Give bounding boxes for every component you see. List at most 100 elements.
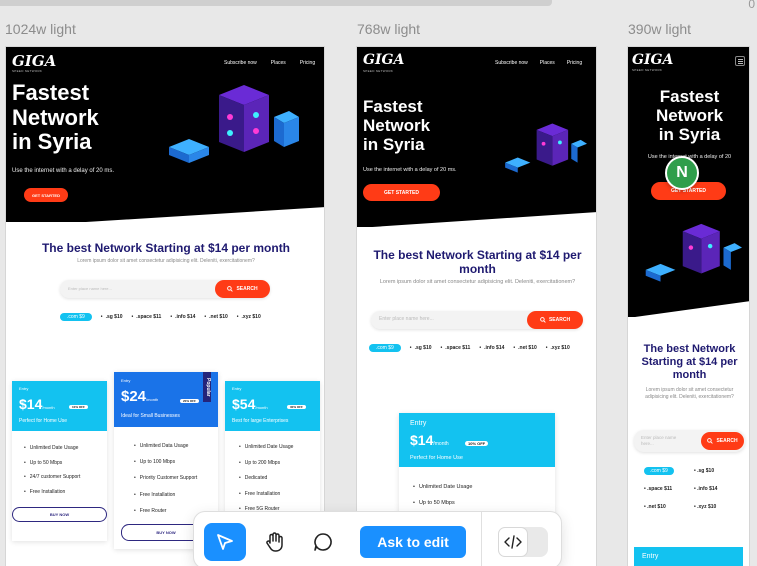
search-bar: Enter place name here... SEARCH [60, 280, 270, 298]
hero-title-line: Network [12, 104, 99, 130]
nav-pricing[interactable]: Pricing [567, 60, 582, 66]
plan-label: Entry [232, 386, 242, 391]
section-title: The best Network Starting at $14 per mon… [641, 343, 738, 382]
nav-places[interactable]: Places [271, 60, 286, 66]
plan-subtitle: Best for large Enterprises [232, 418, 289, 424]
plan-card-header: Entry $14/month 10% OFF Perfect for Home… [399, 413, 555, 467]
search-button-label: SEARCH [236, 286, 258, 292]
plan-label: Entry [410, 420, 427, 427]
isometric-network-illustration [169, 85, 299, 163]
domain-item[interactable]: .info $14 [479, 345, 504, 351]
hero: GIGA SPEED NETWORK Subscribe now Places … [357, 47, 596, 228]
discount-badge: 10% OFF [69, 405, 88, 409]
buy-now-button[interactable]: BUY NOW [12, 507, 107, 522]
hero-diagonal [628, 301, 749, 318]
frame-label-tablet[interactable]: 768w light [357, 21, 420, 37]
hero: GIGA SPEED NETWORK Subscribe now Places … [6, 47, 324, 227]
domain-item[interactable]: .xyz $10 [546, 345, 570, 351]
plan-feature: Up to 50 Mbps [24, 456, 80, 471]
plan-feature: Unlimited Date Usage [413, 479, 473, 495]
hero-title-line: in Syria [658, 125, 721, 145]
isometric-network-illustration [645, 223, 742, 282]
search-button[interactable]: SEARCH [215, 280, 270, 298]
logo[interactable]: GIGA [12, 52, 56, 70]
ask-to-edit-button[interactable]: Ask to edit [360, 526, 466, 558]
plan-feature: Free Installation [239, 487, 293, 503]
domain-item-label: .sg $10 [697, 468, 715, 474]
plan-period: /month [433, 441, 449, 447]
domain-item[interactable]: .com $9 [644, 467, 694, 475]
search-icon [227, 286, 234, 292]
desktop-frame[interactable]: GIGA SPEED NETWORK Subscribe now Places … [5, 46, 325, 566]
plan-price-value: $14 [410, 432, 434, 448]
plan-subtitle: Ideal for Small Businesses [121, 413, 180, 419]
domain-item[interactable]: • .info $14 [694, 486, 744, 492]
plan-features: Unlimited Date Usage Up to 50 Mbps [413, 479, 473, 511]
domain-item[interactable]: .net $10 [204, 314, 228, 320]
collaborator-avatar[interactable]: N [665, 156, 699, 190]
logo[interactable]: GIGA [632, 52, 673, 68]
hero-title: Fastest Network in Syria [12, 80, 99, 155]
domain-item[interactable]: • .sg $10 [694, 468, 744, 474]
search-button[interactable]: SEARCH [527, 311, 583, 329]
popular-ribbon: Popular [203, 372, 211, 402]
mobile-frame[interactable]: GIGA SPEED NETWORK Fastest Network in Sy… [627, 46, 750, 566]
domain-item-label: .com $9 [644, 467, 674, 475]
pointer-icon [217, 534, 233, 550]
search-bar: Enter place name here... SEARCH [371, 311, 583, 329]
logo[interactable]: GIGA [363, 52, 404, 68]
select-tool-button[interactable] [204, 523, 246, 561]
section-title: The best Network Starting at $14 per mon… [41, 241, 291, 255]
plan-feature: Free Installation [24, 485, 80, 500]
nav-pricing[interactable]: Pricing [300, 60, 315, 66]
search-input[interactable]: Enter place name here... [641, 435, 681, 448]
domain-item[interactable]: .com $9 [60, 313, 92, 321]
plan-price: $14/month [410, 432, 449, 448]
hero-title-line: in Syria [12, 129, 92, 155]
search-input[interactable]: Enter place name here... [379, 316, 434, 322]
plan-feature: Up to 100 Mbps [134, 454, 197, 470]
domain-item[interactable]: • .xyz $10 [694, 504, 744, 510]
search-button[interactable]: SEARCH [701, 432, 744, 450]
domain-item[interactable]: .xyz $10 [237, 314, 261, 320]
domain-item[interactable]: • .space $11 [644, 486, 694, 492]
comment-tool-button[interactable] [304, 523, 342, 561]
domain-item[interactable]: .sg $10 [101, 314, 123, 320]
get-started-button[interactable]: GET STARTED [363, 184, 440, 201]
hero-title-line: Fastest [363, 97, 423, 116]
domain-item[interactable]: .space $11 [132, 314, 161, 320]
nav: Subscribe now Places Pricing [495, 60, 582, 66]
plan-card-header: Entry $54/month 30% OFF Best for large E… [225, 381, 320, 431]
tablet-frame[interactable]: GIGA SPEED NETWORK Subscribe now Places … [356, 46, 597, 566]
domain-item[interactable]: .info $14 [170, 314, 195, 320]
domain-item[interactable]: .com $9 [369, 344, 401, 352]
plan-price: $24/month [121, 388, 158, 405]
nav-places[interactable]: Places [540, 60, 555, 66]
toolbar-divider [481, 512, 482, 566]
plan-feature: Unlimited Data Usage [134, 438, 197, 454]
domain-list: .com $9 .sg $10 .space $11 .info $14 .ne… [369, 344, 570, 352]
domain-item[interactable]: .space $11 [441, 345, 470, 351]
get-started-button[interactable]: GET STARTED [24, 188, 68, 202]
search-input[interactable]: Enter place name here... [68, 286, 112, 291]
code-toggle-knob [498, 527, 528, 557]
nav-subscribe[interactable]: Subscribe now [495, 60, 528, 66]
code-toggle[interactable] [498, 527, 548, 557]
plan-features: Unlimited Date Usage Up to 200 Mbps Dedi… [239, 440, 294, 518]
menu-icon[interactable] [735, 56, 745, 66]
plan-card-header: Entry $14/month 10% OFF Perfect for Home… [12, 381, 107, 431]
plan-period: /month [255, 405, 268, 410]
nav-subscribe[interactable]: Subscribe now [224, 60, 257, 66]
frame-label-desktop[interactable]: 1024w light [5, 21, 76, 37]
hero-title-line: in Syria [363, 135, 425, 155]
domain-item[interactable]: .sg $10 [410, 345, 432, 351]
domain-item[interactable]: .net $10 [513, 345, 537, 351]
frame-label-mobile[interactable]: 390w light [628, 21, 691, 37]
horizontal-scrollbar[interactable] [0, 0, 552, 6]
plan-price-value: $24 [121, 388, 147, 405]
code-icon [504, 535, 522, 549]
hand-tool-button[interactable] [256, 523, 294, 561]
domain-item[interactable]: • .net $10 [644, 504, 694, 510]
section-description: Lorem ipsum dolor sit amet consectetur a… [645, 387, 734, 401]
domain-item-label: .xyz $10 [697, 504, 717, 510]
